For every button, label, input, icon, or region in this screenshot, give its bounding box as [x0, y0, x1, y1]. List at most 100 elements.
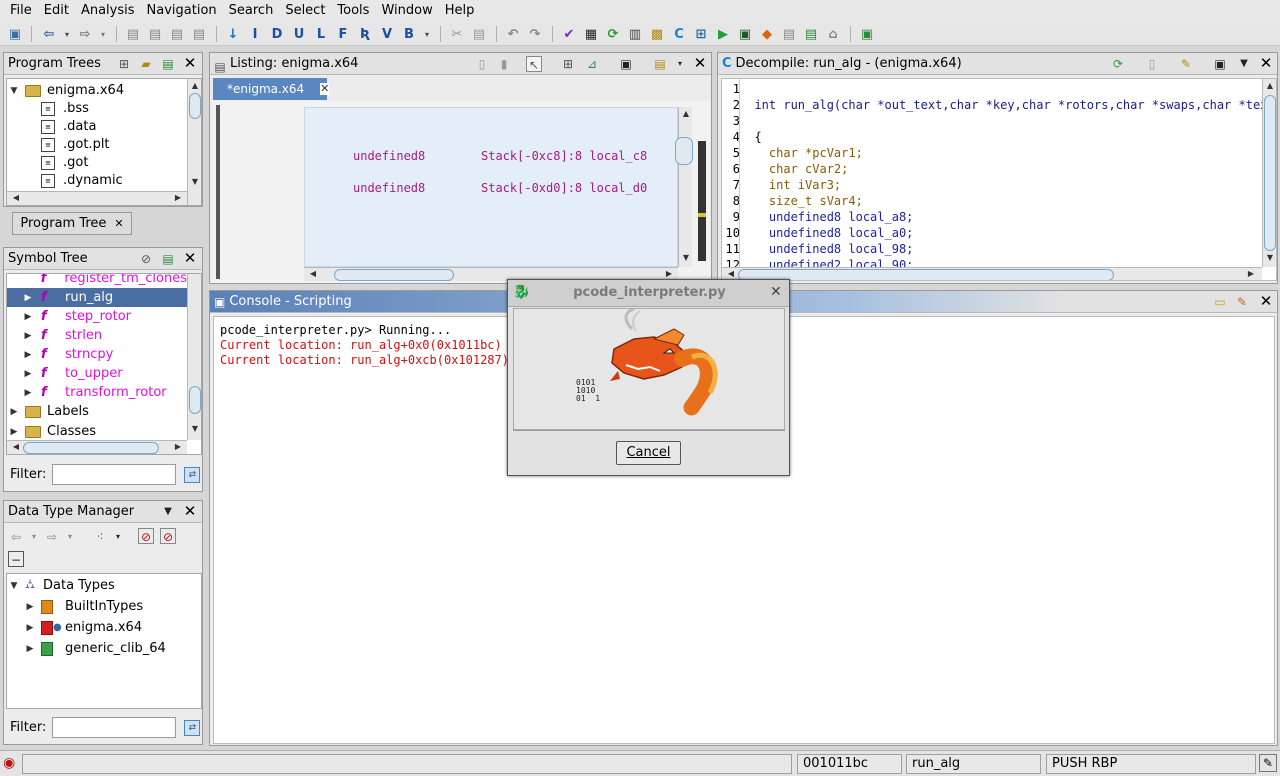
- snapshot-icon[interactable]: ▣: [1212, 56, 1228, 72]
- horizontal-scrollbar[interactable]: ◀ ▶: [7, 191, 187, 205]
- filter-input[interactable]: [52, 717, 177, 738]
- scroll-thumb[interactable]: [189, 93, 201, 119]
- next-bookmark-icon[interactable]: B: [400, 25, 418, 43]
- types-dropdown-arrow-icon[interactable]: ▾: [110, 529, 126, 545]
- edit-signature-icon[interactable]: ✎: [1178, 56, 1194, 72]
- scroll-left-icon[interactable]: ◀: [306, 269, 320, 278]
- code-line[interactable]: 12 undefined2 local_90;: [722, 257, 914, 267]
- forward-icon[interactable]: ⇨: [44, 529, 60, 545]
- menu-analysis[interactable]: Analysis: [75, 0, 141, 22]
- menu-edit[interactable]: Edit: [38, 0, 75, 22]
- refresh-icon[interactable]: ⟳: [1110, 56, 1126, 72]
- horizontal-scrollbar[interactable]: ◀ ▶: [722, 267, 1262, 280]
- scroll-thumb[interactable]: [675, 137, 693, 165]
- scroll-left-icon[interactable]: ◀: [9, 442, 23, 451]
- bookmarks-icon[interactable]: ◆: [758, 25, 776, 43]
- menu-dropdown-icon[interactable]: ▼: [1236, 56, 1252, 72]
- collapse-all-icon[interactable]: −: [8, 551, 24, 567]
- diff-icon[interactable]: ⊿: [584, 56, 600, 72]
- save-icon[interactable]: ▣: [6, 25, 24, 43]
- tree-icon[interactable]: ⌂: [824, 25, 842, 43]
- cut-icon[interactable]: ✂: [448, 25, 466, 43]
- export-icon[interactable]: ▤: [802, 25, 820, 43]
- filter-options-icon[interactable]: ⇄: [184, 466, 201, 483]
- memory-map-icon[interactable]: ▣: [736, 25, 754, 43]
- forward-icon[interactable]: ⇨: [76, 25, 94, 43]
- types-dropdown-icon[interactable]: ⁖: [92, 529, 108, 545]
- scroll-thumb[interactable]: [334, 269, 454, 281]
- symbol-folder-labels[interactable]: ▶ Labels: [7, 402, 187, 421]
- symbol-function-selected[interactable]: ▶ f run_alg: [7, 288, 187, 307]
- redo-icon[interactable]: ↷: [526, 25, 544, 43]
- tree-item[interactable]: ≡ .got.plt: [41, 135, 110, 154]
- nav-next-data-icon[interactable]: ▤: [190, 25, 208, 43]
- symbol-function[interactable]: ▶ f to_upper: [7, 364, 187, 383]
- data-types-root[interactable]: ▼ ⛼ Data Types: [9, 576, 115, 595]
- menu-navigation[interactable]: Navigation: [141, 0, 223, 22]
- code-line[interactable]: 9 undefined8 local_a8;: [722, 209, 914, 225]
- symbol-function[interactable]: ▶ f strlen: [7, 326, 187, 345]
- nav-prev-data-icon[interactable]: ▤: [168, 25, 186, 43]
- check-icon[interactable]: ✔: [560, 25, 578, 43]
- menu-file[interactable]: File: [4, 0, 38, 22]
- close-icon[interactable]: ✕: [320, 83, 330, 95]
- menu-select[interactable]: Select: [279, 0, 331, 22]
- layout-icon[interactable]: ▤: [652, 56, 668, 72]
- symbol-function[interactable]: ▶ f strncpy: [7, 345, 187, 364]
- menu-tools[interactable]: Tools: [331, 0, 375, 22]
- close-icon[interactable]: ✕: [114, 217, 123, 230]
- scroll-down-icon[interactable]: ▼: [188, 424, 201, 433]
- filter-input[interactable]: [52, 464, 177, 485]
- bytes-icon[interactable]: ▦: [582, 25, 600, 43]
- refresh-icon[interactable]: ⟳: [604, 25, 622, 43]
- nav-next-function-icon[interactable]: ▤: [146, 25, 164, 43]
- listing-icon[interactable]: ▥: [626, 25, 644, 43]
- code-line[interactable]: 11 undefined8 local_98;: [722, 241, 914, 257]
- vertical-scrollbar[interactable]: ▲ ▼: [1262, 79, 1276, 267]
- create-namespace-icon[interactable]: ⊘: [138, 251, 154, 267]
- code-line[interactable]: 8 size_t sVar4;: [722, 193, 863, 209]
- scroll-up-icon[interactable]: ▲: [188, 81, 201, 90]
- menu-help[interactable]: Help: [439, 0, 481, 22]
- snapshot-icon[interactable]: ▣: [618, 56, 634, 72]
- copy-icon[interactable]: ▯: [1144, 56, 1160, 72]
- decompile-icon[interactable]: C: [670, 25, 688, 43]
- bookmark-dropdown-icon[interactable]: ▾: [418, 25, 436, 43]
- overview-bar[interactable]: [698, 141, 706, 261]
- scroll-up-icon[interactable]: ▲: [679, 109, 693, 118]
- paste-icon[interactable]: ▤: [470, 25, 488, 43]
- scroll-left-icon[interactable]: ◀: [9, 193, 23, 202]
- scroll-thumb[interactable]: [23, 442, 159, 454]
- listing-row[interactable]: undefined8: [353, 149, 425, 163]
- data-type-archive[interactable]: ▶ generic_clib_64: [25, 639, 166, 658]
- back-dropdown-icon[interactable]: ▾: [58, 25, 76, 43]
- copy-icon[interactable]: ▯: [474, 56, 490, 72]
- run-icon[interactable]: ▶: [714, 25, 732, 43]
- expand-icon[interactable]: ▼: [9, 86, 19, 96]
- field-edit-icon[interactable]: ⊞: [560, 56, 576, 72]
- forward-dropdown-icon[interactable]: ▾: [62, 529, 78, 545]
- menu-search[interactable]: Search: [223, 0, 280, 22]
- script-manager-icon[interactable]: ▣: [858, 25, 876, 43]
- next-data-d-icon[interactable]: D: [268, 25, 286, 43]
- back-icon[interactable]: ⇦: [40, 25, 58, 43]
- close-icon[interactable]: ✕: [770, 284, 782, 300]
- new-tree-icon[interactable]: ⊞: [116, 56, 132, 72]
- forward-dropdown-icon[interactable]: ▾: [94, 25, 112, 43]
- tree-root[interactable]: ▼ enigma.x64: [9, 81, 125, 100]
- lock-icon[interactable]: ▭: [1212, 294, 1228, 310]
- vertical-scrollbar[interactable]: ▲ ▼: [675, 107, 693, 267]
- symbol-folder-classes[interactable]: ▶ Classes: [7, 422, 187, 441]
- filter-options-icon[interactable]: ⇄: [184, 719, 201, 736]
- nav-prev-function-icon[interactable]: ▤: [124, 25, 142, 43]
- tree-item[interactable]: ≡ .bss: [41, 99, 89, 118]
- vertical-scrollbar[interactable]: ▲ ▼: [187, 79, 201, 205]
- scroll-right-icon[interactable]: ▶: [1244, 269, 1258, 278]
- next-reference-icon[interactable]: Ʀ: [356, 25, 374, 43]
- open-folder-icon[interactable]: ▰: [138, 56, 154, 72]
- symbol-function[interactable]: ▶ f step_rotor: [7, 307, 187, 326]
- scroll-down-icon[interactable]: ▼: [679, 253, 693, 262]
- close-icon[interactable]: ✕: [182, 55, 198, 71]
- horizontal-scrollbar[interactable]: ◀ ▶: [7, 440, 187, 454]
- layout-dropdown-icon[interactable]: ▾: [672, 56, 688, 72]
